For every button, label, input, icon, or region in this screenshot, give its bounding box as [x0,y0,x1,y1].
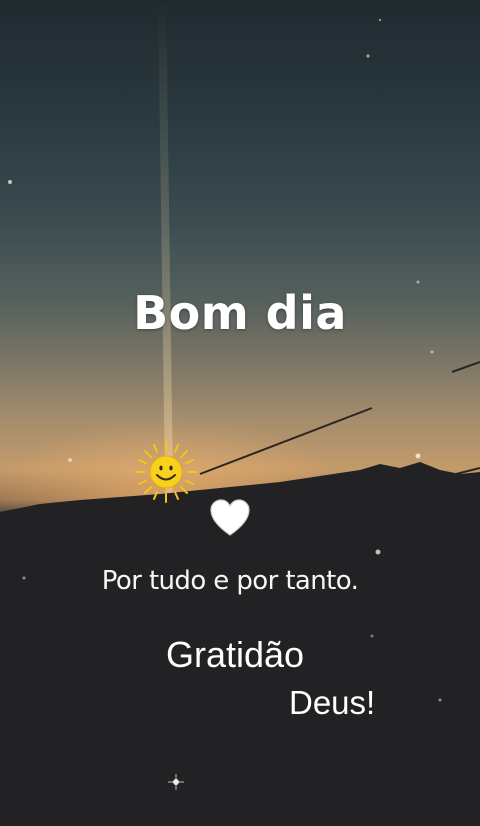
sunset-landscape [0,0,480,826]
power-line [451,361,480,373]
message-line-1: Por tudo e por tanto. [101,566,359,596]
greeting-title: Bom dia [133,286,347,340]
smiling-sun-icon [135,441,197,503]
sunset-photo: Bom dia Por tudo e por tanto. Gratidão D… [0,0,480,826]
white-heart-icon [210,499,250,536]
message-line-3: Deus! [289,684,376,721]
power-line [199,407,373,475]
message-line-2: Gratidão [166,634,305,675]
